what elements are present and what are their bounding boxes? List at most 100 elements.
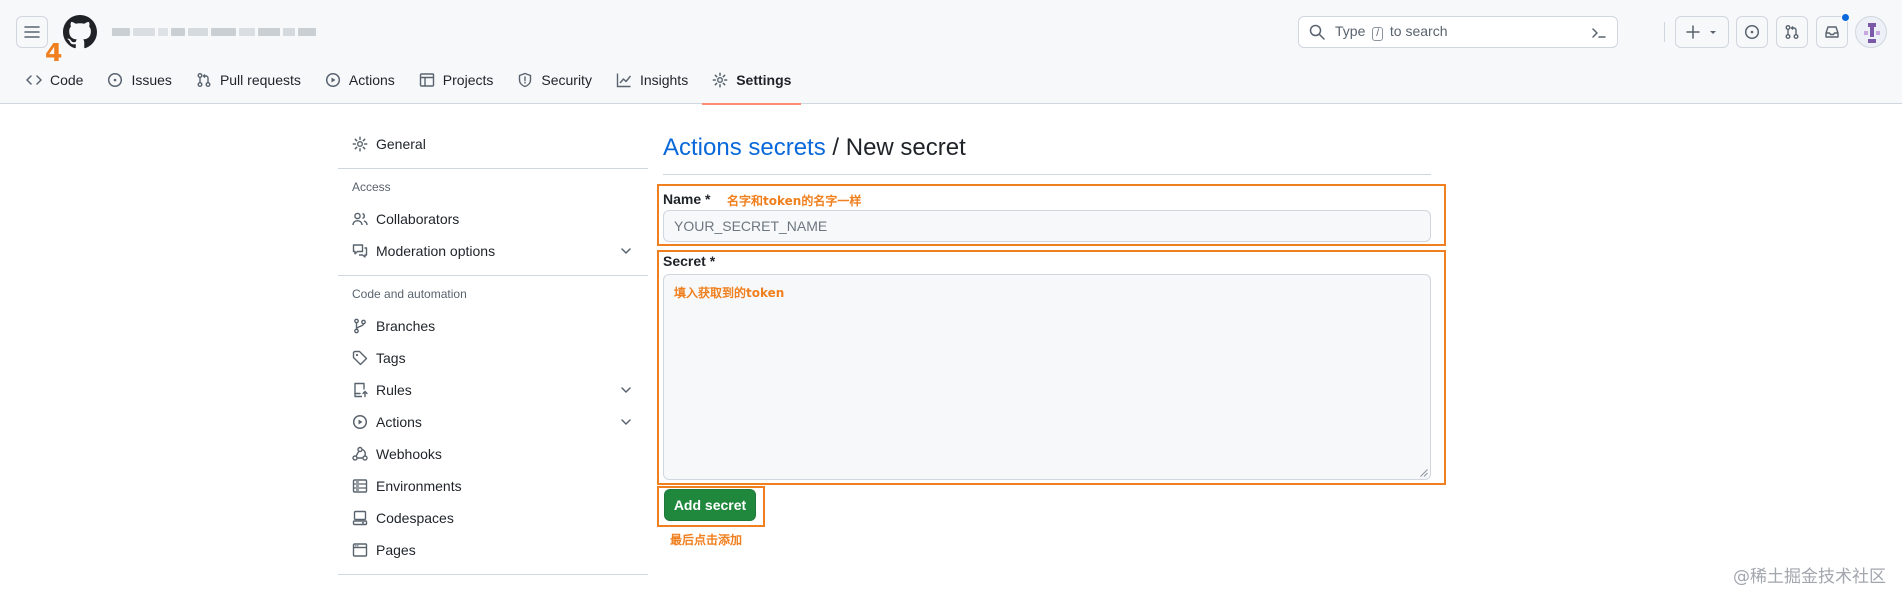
tab-label: Projects [442, 72, 494, 88]
header-divider [1664, 22, 1665, 42]
settings-sidebar: General Access Collaborators Moderation … [338, 128, 648, 583]
triangle-down-icon [1710, 31, 1716, 34]
create-new-button[interactable] [1675, 16, 1729, 48]
name-label: Name * [663, 191, 711, 207]
sidebar-item-environments[interactable]: Environments [338, 470, 648, 502]
git-branch-icon [354, 318, 366, 334]
sidebar-item-actions[interactable]: Actions [338, 406, 648, 438]
secret-label: Secret * [663, 253, 716, 269]
people-icon [352, 212, 368, 226]
tab-label: Code [50, 72, 84, 88]
hamburger-icon [24, 26, 40, 38]
gear-icon [352, 136, 368, 152]
page-title: Actions secrets / New secret [663, 130, 1431, 175]
sidebar-item-label: Pages [376, 542, 416, 558]
gear-icon [712, 72, 728, 88]
shield-icon [519, 72, 532, 88]
sidebar-item-pages[interactable]: Pages [338, 534, 648, 566]
sidebar-item-webhooks[interactable]: Webhooks [338, 438, 648, 470]
pull-requests-button[interactable] [1776, 16, 1808, 48]
sidebar-item-label: Branches [376, 318, 436, 334]
sidebar-item-rules[interactable]: Rules [338, 374, 648, 406]
new-secret-form: Actions secrets / New secret [663, 130, 1431, 175]
tab-label: Actions [348, 72, 395, 88]
sidebar-divider [338, 275, 648, 276]
git-pull-request-icon [1785, 25, 1799, 39]
breadcrumb-separator: / [825, 134, 846, 161]
sidebar-item-codespaces[interactable]: Codespaces [338, 502, 648, 534]
menu-button[interactable] [16, 16, 48, 48]
sidebar-item-label: General [376, 136, 426, 152]
secret-field-annotation: 填入获取到的token [674, 286, 785, 300]
sidebar-divider [338, 574, 648, 575]
sidebar-item-label: Tags [376, 350, 406, 366]
tab-code[interactable]: Code [16, 56, 93, 104]
page-title-text: New secret [845, 134, 966, 161]
command-palette-icon[interactable] [1591, 25, 1607, 41]
sidebar-item-moderation-options[interactable]: Moderation options [338, 235, 648, 267]
sidebar-item-collaborators[interactable]: Collaborators [338, 203, 648, 235]
chevron-down-icon[interactable] [620, 384, 632, 396]
sidebar-item-label: Codespaces [376, 510, 454, 526]
sidebar-item-branches[interactable]: Branches [338, 310, 648, 342]
avatar[interactable] [1855, 16, 1887, 48]
add-secret-button[interactable]: Add secret [664, 489, 756, 521]
tab-pull-requests[interactable]: Pull requests [186, 56, 311, 104]
tab-label: Pull requests [219, 72, 301, 88]
github-logo-icon[interactable] [63, 15, 97, 49]
tab-label: Issues [131, 72, 172, 88]
name-field-annotation: 名字和token的名字一样 [727, 194, 862, 208]
app-header: 4 Type / to search Code Issues Pull requ… [0, 0, 1902, 105]
tab-settings[interactable]: Settings [702, 56, 802, 105]
search-placeholder: Type / to search [1335, 23, 1448, 41]
git-pull-request-icon [197, 73, 211, 87]
chevron-down-icon[interactable] [620, 245, 632, 257]
secret-value-textarea[interactable] [663, 274, 1431, 480]
server-icon [352, 479, 368, 493]
codespaces-icon [352, 510, 368, 526]
issues-button[interactable] [1736, 16, 1768, 48]
tab-issues[interactable]: Issues [97, 56, 181, 104]
table-icon [419, 73, 434, 87]
sidebar-heading-code-automation: Code and automation [352, 287, 467, 301]
sidebar-item-label: Actions [376, 414, 422, 430]
sidebar-item-label: Environments [376, 478, 462, 494]
tab-actions[interactable]: Actions [315, 56, 405, 104]
watermark: @稀土掘金技术社区 [1733, 567, 1886, 587]
inbox-icon [1825, 26, 1839, 38]
play-icon [325, 72, 340, 88]
sidebar-item-general[interactable]: General [338, 128, 648, 160]
sidebar-item-label: Rules [376, 382, 412, 398]
tab-projects[interactable]: Projects [409, 56, 504, 104]
chevron-down-icon[interactable] [620, 416, 632, 428]
add-button-annotation: 最后点击添加 [670, 533, 743, 547]
tab-label: Security [541, 72, 592, 88]
sidebar-divider [338, 168, 648, 169]
repo-push-icon [354, 382, 368, 398]
tab-label: Settings [736, 72, 792, 88]
search-icon [1309, 24, 1325, 40]
inbox-button[interactable] [1816, 13, 1850, 48]
resize-grip-icon[interactable] [1419, 468, 1428, 477]
sidebar-item-label: Moderation options [376, 243, 496, 259]
play-icon [352, 414, 368, 430]
webhook-icon [352, 446, 368, 461]
sidebar-item-tags[interactable]: Tags [338, 342, 648, 374]
sidebar-heading-access: Access [352, 180, 391, 194]
sidebar-item-label: Collaborators [376, 211, 460, 227]
graph-icon [616, 73, 631, 88]
tab-security[interactable]: Security [507, 56, 602, 104]
notification-dot [1841, 13, 1850, 22]
code-icon [26, 75, 42, 85]
plus-icon [1686, 25, 1700, 39]
secret-name-input[interactable] [663, 210, 1431, 242]
sidebar-item-label: Webhooks [376, 446, 442, 462]
issue-opened-icon [108, 72, 123, 88]
tab-insights[interactable]: Insights [606, 56, 698, 104]
browser-icon [352, 543, 368, 557]
tag-icon [352, 350, 368, 366]
search-input[interactable]: Type / to search [1298, 16, 1618, 48]
breadcrumb-actions-secrets[interactable]: Actions secrets [663, 134, 826, 161]
repo-nav-tabs: Code Issues Pull requests Actions Projec… [16, 56, 805, 105]
tab-label: Insights [639, 72, 689, 88]
